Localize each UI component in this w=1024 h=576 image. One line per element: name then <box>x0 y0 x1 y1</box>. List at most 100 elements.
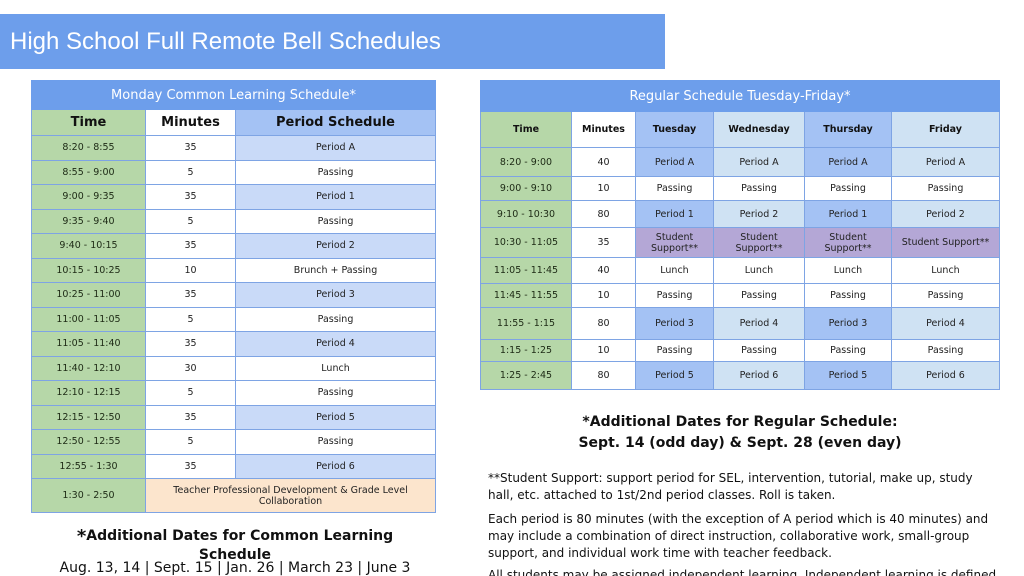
student-support-note: **Student Support: support period for SE… <box>488 471 973 502</box>
page-title: High School Full Remote Bell Schedules <box>10 27 441 55</box>
time-cell: 10:30 - 11:05 <box>480 227 572 258</box>
time-cell: 9:00 - 9:35 <box>31 184 146 210</box>
minutes-cell: 5 <box>145 208 236 234</box>
period-cell: Passing <box>234 208 437 234</box>
period-cell: Passing <box>234 306 437 332</box>
friday-cell: Student Support** <box>891 227 1000 258</box>
tuesday-cell: Passing <box>635 283 714 308</box>
wednesday-cell: Passing <box>713 283 805 308</box>
time-cell: 1:30 - 2:50 <box>31 478 146 513</box>
thursday-cell: Passing <box>804 339 892 362</box>
friday-cell: Passing <box>891 283 1000 308</box>
header-tuesday: Tuesday <box>635 111 714 148</box>
minutes-cell: 35 <box>571 227 636 258</box>
table-row: 9:35 - 9:40 5 Passing <box>31 208 437 234</box>
table-row: 12:15 - 12:50 35 Period 5 <box>31 404 437 430</box>
thursday-cell: Student Support** <box>804 227 892 258</box>
time-cell: 11:40 - 12:10 <box>31 355 146 381</box>
minutes-cell: 80 <box>571 200 636 228</box>
table-row: 12:10 - 12:15 5 Passing <box>31 380 437 406</box>
monday-additional-dates: Aug. 13, 14 | Sept. 15 | Jan. 26 | March… <box>59 560 411 576</box>
period-cell: Period 2 <box>234 233 437 259</box>
time-cell: 11:55 - 1:15 <box>480 307 572 340</box>
tuesday-cell: Period 3 <box>635 307 714 340</box>
table-row: 8:55 - 9:00 5 Passing <box>31 159 437 185</box>
thursday-cell: Passing <box>804 176 892 201</box>
minutes-cell: 35 <box>145 184 236 210</box>
merged-activity-cell: Teacher Professional Development & Grade… <box>144 478 437 513</box>
monday-table-caption: Monday Common Learning Schedule* <box>30 80 437 110</box>
minutes-cell: 80 <box>571 361 636 390</box>
time-cell: 9:10 - 10:30 <box>480 200 572 228</box>
table-row: 1:25 - 2:45 80 Period 5 Period 6 Period 5 Per… <box>480 361 1000 390</box>
thursday-cell: Period 3 <box>804 307 892 340</box>
thursday-cell: Period 5 <box>804 361 892 390</box>
tuesday-cell: Lunch <box>635 257 714 284</box>
friday-cell: Period 6 <box>891 361 1000 390</box>
period-cell: Passing <box>234 159 437 185</box>
period-cell: Lunch <box>234 355 437 381</box>
table-row: 1:15 - 1:25 10 Passing Passing Passing Passin… <box>480 339 1000 362</box>
wednesday-cell: Period A <box>713 147 805 177</box>
title-bar: High School Full Remote Bell Schedules <box>0 14 665 69</box>
table-row: 11:55 - 1:15 80 Period 3 Period 4 Period 3 Pe… <box>480 307 1000 340</box>
tuesday-cell: Period A <box>635 147 714 177</box>
header-time: Time <box>31 109 146 136</box>
time-cell: 11:05 - 11:45 <box>480 257 572 284</box>
period-cell: Period 1 <box>234 184 437 210</box>
period-cell: Period 4 <box>234 331 437 357</box>
minutes-cell: 10 <box>571 176 636 201</box>
period-cell: Period 3 <box>234 282 437 308</box>
monday-additional-dates-title: *Additional Dates for Common Learning Sc… <box>40 526 430 563</box>
table-row: 8:20 - 9:00 40 Period A Period A Period A Per… <box>480 147 1000 177</box>
table-row: 11:40 - 12:10 30 Lunch <box>31 355 437 381</box>
time-cell: 12:10 - 12:15 <box>31 380 146 406</box>
table-row: 11:00 - 11:05 5 Passing <box>31 306 437 332</box>
header-minutes: Minutes <box>145 109 236 136</box>
independent-learning-note: All students may be assigned independent… <box>488 568 998 576</box>
time-cell: 1:25 - 2:45 <box>480 361 572 390</box>
header-thursday: Thursday <box>804 111 892 148</box>
regular-schedule-table: Regular Schedule Tuesday-Friday* Time Mi… <box>480 80 1000 390</box>
minutes-cell: 40 <box>571 147 636 177</box>
time-cell: 9:00 - 9:10 <box>480 176 572 201</box>
minutes-cell: 10 <box>571 283 636 308</box>
header-period-schedule: Period Schedule <box>234 109 437 136</box>
period-cell: Period 5 <box>234 404 437 430</box>
wednesday-cell: Lunch <box>713 257 805 284</box>
period-cell: Period 6 <box>234 453 437 479</box>
friday-cell: Lunch <box>891 257 1000 284</box>
time-cell: 11:00 - 11:05 <box>31 306 146 332</box>
table-row: 12:55 - 1:30 35 Period 6 <box>31 453 437 479</box>
table-row: 11:05 - 11:45 40 Lunch Lunch Lunch Lunch <box>480 257 1000 284</box>
table-row: 9:00 - 9:35 35 Period 1 <box>31 184 437 210</box>
wednesday-cell: Period 4 <box>713 307 805 340</box>
tuesday-cell: Passing <box>635 176 714 201</box>
thursday-cell: Passing <box>804 283 892 308</box>
tuesday-cell: Period 5 <box>635 361 714 390</box>
table-row: 9:40 - 10:15 35 Period 2 <box>31 233 437 259</box>
minutes-cell: 35 <box>145 233 236 259</box>
monday-schedule-table: Monday Common Learning Schedule* Time Mi… <box>30 80 437 513</box>
friday-cell: Period A <box>891 147 1000 177</box>
wednesday-cell: Passing <box>713 176 805 201</box>
table-row: 8:20 - 8:55 35 Period A <box>31 135 437 161</box>
period-cell: Passing <box>234 380 437 406</box>
thursday-cell: Lunch <box>804 257 892 284</box>
period-cell: Brunch + Passing <box>234 257 437 283</box>
period-cell: Period A <box>234 135 437 161</box>
friday-cell: Period 4 <box>891 307 1000 340</box>
table-row: 9:10 - 10:30 80 Period 1 Period 2 Period 1 Pe… <box>480 200 1000 228</box>
friday-cell: Period 2 <box>891 200 1000 228</box>
minutes-cell: 35 <box>145 404 236 430</box>
time-cell: 9:35 - 9:40 <box>31 208 146 234</box>
table-row: 11:45 - 11:55 10 Passing Passing Passing Pass… <box>480 283 1000 308</box>
minutes-cell: 5 <box>145 306 236 332</box>
minutes-cell: 35 <box>145 331 236 357</box>
table-row: 1:30 - 2:50 Teacher Professional Developm… <box>31 478 437 513</box>
minutes-cell: 10 <box>145 257 236 283</box>
regular-note-title-line2: Sept. 14 (odd day) & Sept. 28 (even day) <box>578 435 902 451</box>
time-cell: 12:50 - 12:55 <box>31 429 146 455</box>
tuesday-cell: Passing <box>635 339 714 362</box>
minutes-cell: 35 <box>145 282 236 308</box>
